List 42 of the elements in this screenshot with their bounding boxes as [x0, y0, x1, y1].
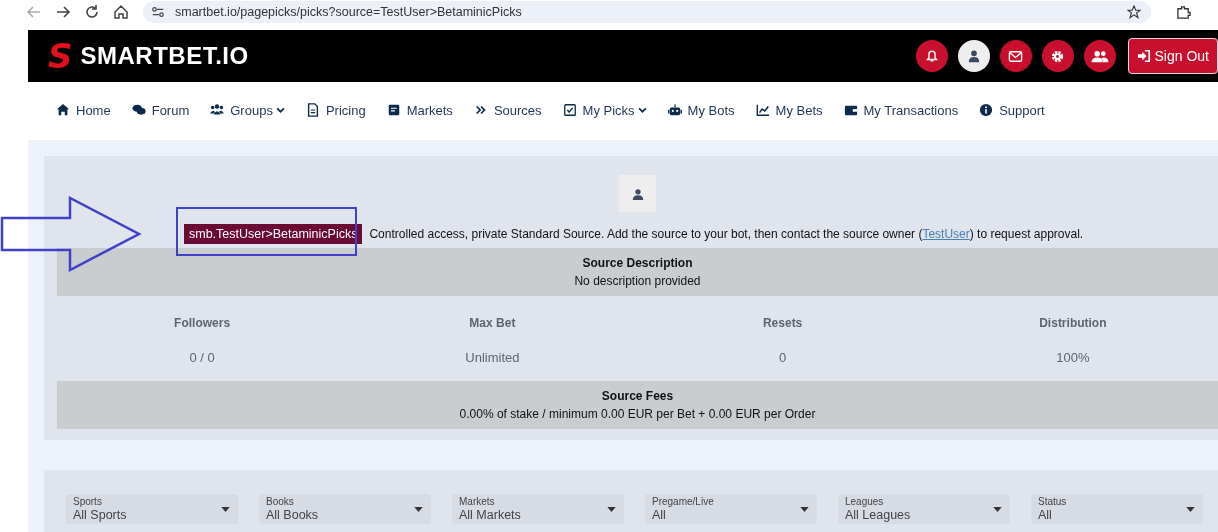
stat-value: 100%	[1055, 350, 1091, 365]
address-bar[interactable]: smartbet.io/pagepicks/picks?source=TestUser>BetaminicPicks	[143, 1, 1151, 23]
filter-label: Markets	[459, 496, 496, 508]
nav-link[interactable]: Markets	[386, 102, 453, 118]
nav-link[interactable]: Home	[56, 102, 111, 118]
filter-dropdown[interactable]: Markets All Markets	[452, 494, 624, 524]
filter-dropdown[interactable]: Status All	[1031, 494, 1203, 524]
filter-dropdown[interactable]: Pregame/Live All	[645, 494, 817, 524]
nav-link[interactable]: Pricing	[305, 102, 366, 118]
filter-label: Books	[266, 496, 295, 508]
logo-text[interactable]: SMARTBET.IO	[80, 42, 249, 70]
stat-value: Unlimited	[464, 350, 521, 365]
stat-label: Followers	[173, 316, 232, 330]
filter-dropdown[interactable]: Leagues All Leagues	[838, 494, 1010, 524]
nav-link[interactable]: My Bots	[667, 102, 735, 118]
stat-value: 0	[778, 350, 788, 365]
nav-link[interactable]: My Picks	[562, 102, 647, 118]
filter-label: Status	[1038, 496, 1068, 508]
url-text: smartbet.io/pagepicks/picks?source=TestUser>BetaminicPicks	[175, 5, 522, 19]
logo-mark[interactable]: S	[48, 36, 73, 76]
stat-label: Max Bet	[468, 316, 517, 330]
nav-link[interactable]: My Bets	[755, 102, 823, 118]
fees-text: 0.00% of stake / minimum 0.00 EUR per Bet + 0.00 EUR per Order	[459, 407, 816, 421]
nav-link[interactable]: Support	[979, 102, 1045, 118]
nav-link[interactable]: Groups	[210, 102, 285, 118]
filter-label: Leagues	[845, 496, 885, 508]
nav-link[interactable]: My Transactions	[843, 102, 959, 118]
nav-link[interactable]: Forum	[131, 102, 190, 118]
section-title: Source Description	[581, 255, 694, 272]
description-text: No description provided	[574, 274, 701, 288]
section-title: Source Fees	[600, 388, 675, 405]
filter-dropdown[interactable]: Books All Books	[259, 494, 431, 524]
stat-label: Resets	[761, 316, 804, 330]
filter-dropdown[interactable]: Sports All Sports	[66, 494, 238, 524]
sign-out-button[interactable]: Sign Out	[1127, 38, 1218, 74]
source-tag: smb.TestUser>BetaminicPicks	[184, 224, 363, 244]
stat-value: 0 / 0	[188, 350, 216, 365]
stat-label: Distribution	[1038, 316, 1108, 330]
filter-label: Pregame/Live	[652, 496, 715, 508]
access-notice: Controlled access, private Standard Source. Add the source to your bot, then contact the source owner (TestUser) to request approval.	[369, 227, 1084, 241]
nav-link[interactable]: Sources	[473, 102, 542, 118]
filter-label: Sports	[73, 496, 103, 508]
